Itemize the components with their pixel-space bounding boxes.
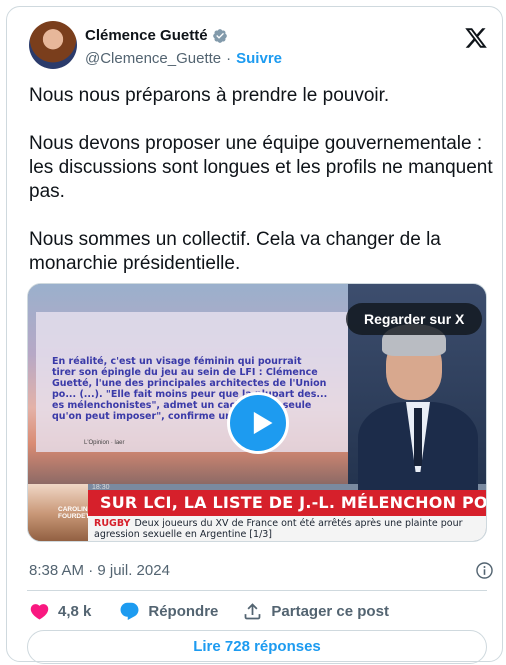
news-ticker: RUGBY Deux joueurs du XV de France ont ét… bbox=[88, 516, 486, 541]
action-bar: 4,8 k Répondre Partager ce post bbox=[29, 600, 389, 622]
play-button[interactable] bbox=[227, 392, 289, 454]
reply-button[interactable]: Répondre bbox=[119, 601, 218, 622]
play-icon bbox=[253, 411, 273, 435]
presenter-tie bbox=[414, 408, 422, 466]
share-label: Partager ce post bbox=[271, 602, 389, 620]
separator-dot: · bbox=[226, 50, 232, 67]
speech-bubble-icon bbox=[120, 602, 139, 620]
watch-on-x-button[interactable]: Regarder sur X bbox=[346, 303, 483, 335]
video-quote-source: L'Opinion · laer bbox=[84, 440, 125, 446]
tweet-timestamp[interactable]: 8:38 AM · 9 juil. 2024 bbox=[29, 562, 170, 579]
like-count: 4,8 k bbox=[58, 602, 92, 620]
avatar[interactable] bbox=[29, 21, 77, 69]
share-button[interactable]: Partager ce post bbox=[242, 601, 389, 622]
x-logo-icon[interactable] bbox=[464, 26, 488, 50]
tweet-paragraph: Nous nous préparons à prendre le pouvoir… bbox=[29, 85, 390, 106]
tweet-paragraph: Nous devons proposer une équipe gouverne… bbox=[29, 133, 493, 202]
read-replies-button[interactable]: Lire 728 réponses bbox=[27, 630, 487, 664]
video-media[interactable]: En réalité, c'est un visage féminin qui … bbox=[27, 283, 487, 542]
tweet-card: Clémence Guetté @Clemence_Guette · Suivr… bbox=[6, 6, 503, 664]
news-headline-banner: SUR LCI, LA LISTE DE J.-L. MÉLENCHON POU… bbox=[88, 490, 486, 516]
author-name-row: Clémence Guetté bbox=[85, 27, 228, 44]
reply-label: Répondre bbox=[148, 602, 219, 620]
author-name[interactable]: Clémence Guetté bbox=[85, 27, 208, 44]
tweet-text: Nous nous préparons à prendre le pouvoir… bbox=[29, 84, 495, 300]
heart-icon bbox=[30, 603, 49, 620]
author-handle[interactable]: @Clemence_Guette bbox=[85, 50, 221, 67]
like-button[interactable]: 4,8 k bbox=[29, 601, 91, 622]
ticker-tag: RUGBY bbox=[94, 518, 131, 529]
tweet-paragraph: Nous sommes un collectif. Cela va change… bbox=[29, 229, 441, 274]
ticker-text: Deux joueurs du XV de France ont été arr… bbox=[94, 518, 463, 540]
follow-button[interactable]: Suivre bbox=[236, 50, 282, 67]
divider bbox=[27, 590, 487, 591]
author-handle-row: @Clemence_Guette · Suivre bbox=[85, 50, 282, 67]
inset-name: CAROLINE FOURDET bbox=[58, 506, 92, 520]
share-icon bbox=[245, 602, 261, 619]
verified-badge-icon bbox=[212, 28, 227, 43]
info-icon[interactable] bbox=[475, 561, 494, 580]
